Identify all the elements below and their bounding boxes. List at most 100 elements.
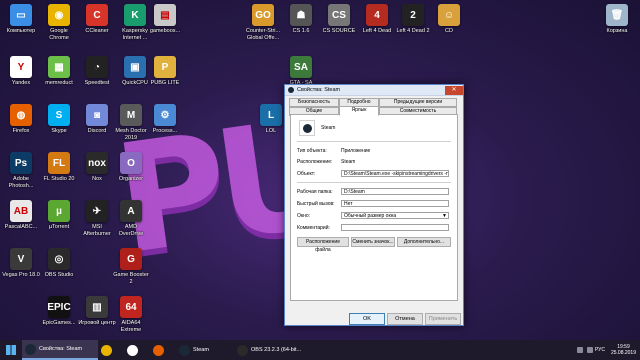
location-label: Расположение: bbox=[297, 159, 333, 165]
properties-dialog: Свойства: Steam ✕ Безопасность Подробно … bbox=[284, 84, 464, 326]
desktop-icon[interactable]: 2 Left 4 Dead 2 bbox=[394, 4, 432, 35]
desktop-icon[interactable]: GO Counter-Stri... Global Offe... bbox=[244, 4, 282, 41]
desktop-icon[interactable]: C CCleaner bbox=[78, 4, 116, 35]
hotkey-label: Быстрый вызов: bbox=[297, 201, 335, 207]
start-button[interactable] bbox=[0, 340, 22, 360]
nox-icon: nox bbox=[86, 152, 108, 174]
taskbar-item[interactable] bbox=[150, 340, 176, 360]
change-icon-button[interactable]: Сменить значок... bbox=[351, 237, 395, 247]
location-value: Steam bbox=[341, 159, 356, 165]
desktop-icon[interactable]: ▥ Игровой центр bbox=[78, 296, 116, 327]
gamebooster-icon: G bbox=[120, 248, 142, 270]
desktop-icon[interactable]: ☺ CD bbox=[430, 4, 468, 35]
taskbar-item[interactable] bbox=[98, 340, 124, 360]
network-icon[interactable] bbox=[576, 347, 583, 353]
tab-previous-versions[interactable]: Предыдущие версии bbox=[379, 98, 457, 107]
window-select[interactable]: Обычный размер окна ▼ bbox=[341, 212, 449, 219]
desktop-icon-label: Process... bbox=[152, 128, 178, 134]
desktop-icon[interactable]: ◎ OBS Studio bbox=[40, 248, 78, 279]
desktop-icon-label: Speedtest bbox=[84, 80, 110, 86]
taskbar-item[interactable]: Свойства: Steam bbox=[22, 340, 98, 360]
desktop-icon-label: Left 4 Dead 2 bbox=[396, 28, 430, 34]
dialog-titlebar[interactable]: Свойства: Steam ✕ bbox=[285, 85, 463, 96]
desktop-icon-label: Skype bbox=[51, 128, 67, 134]
yandex-icon: Y bbox=[10, 56, 32, 78]
desktop-icon[interactable]: 4 Left 4 Dead bbox=[358, 4, 396, 35]
desktop-icon-label: PascalABC... bbox=[4, 224, 38, 230]
desktop-icon[interactable]: FL FL Studio 20 bbox=[40, 152, 78, 183]
ok-button[interactable]: OK bbox=[349, 313, 385, 325]
window-select-value: Обычный размер окна bbox=[344, 213, 397, 219]
open-file-location-button[interactable]: Расположение файла bbox=[297, 237, 349, 253]
desktop-icon[interactable]: 🗑 Корзина bbox=[598, 4, 636, 35]
object-label: Объект: bbox=[297, 171, 316, 177]
desktop-icon[interactable]: Y Yandex bbox=[2, 56, 40, 87]
desktop-icon-label: Firefox bbox=[12, 128, 30, 134]
desktop-icon[interactable]: M Mesh Doctor 2019 bbox=[112, 104, 150, 141]
object-field[interactable]: D:\Steam\Steam.exe -skipinstreamingdrive… bbox=[341, 170, 449, 177]
desktop-icon[interactable]: S Skype bbox=[40, 104, 78, 135]
desktop-icon[interactable]: Ps Adobe Photosh... bbox=[2, 152, 40, 189]
desktop-icon-label: OBS Studio bbox=[44, 272, 74, 278]
comment-field[interactable] bbox=[341, 224, 449, 231]
language-indicator[interactable]: РУС bbox=[595, 347, 605, 353]
desktop-icon[interactable]: ◙ Discord bbox=[78, 104, 116, 135]
photoshop-icon: Ps bbox=[10, 152, 32, 174]
workdir-label: Рабочая папка: bbox=[297, 189, 333, 195]
volume-icon[interactable] bbox=[586, 347, 593, 353]
clock[interactable]: 19:59 25.08.2019 bbox=[611, 344, 636, 356]
taskbar-item-label: Свойства: Steam bbox=[39, 346, 83, 352]
cancel-button[interactable]: Отмена bbox=[387, 313, 423, 325]
desktop-icon[interactable]: ✈ MSI Afterburner bbox=[78, 200, 116, 237]
pubg-icon: P bbox=[154, 56, 176, 78]
computer-icon: ▭ bbox=[10, 4, 32, 26]
desktop-icon-label: EpicGames... bbox=[42, 320, 76, 326]
tab-shortcut[interactable]: Ярлык bbox=[339, 106, 379, 116]
comment-label: Комментарий: bbox=[297, 225, 330, 231]
desktop-icon[interactable]: ▭ Компьютер bbox=[2, 4, 40, 35]
desktop-icon[interactable]: ◔ Speedtest bbox=[78, 56, 116, 87]
desktop-icon[interactable]: ⚙ Process... bbox=[146, 104, 184, 135]
desktop-icon[interactable]: CS CS SOURCE bbox=[320, 4, 358, 35]
desktop-icon[interactable]: ◍ Firefox bbox=[2, 104, 40, 135]
desktop-icon[interactable]: SA GTA - SA bbox=[282, 56, 320, 87]
desktop-icon[interactable]: ▤ gameboos... bbox=[146, 4, 184, 35]
tab-security[interactable]: Безопасность bbox=[289, 98, 339, 107]
close-icon[interactable]: ✕ bbox=[445, 85, 463, 95]
taskbar-item[interactable] bbox=[124, 340, 150, 360]
desktop-icon[interactable]: EPIC EpicGames... bbox=[40, 296, 78, 327]
process-icon: ⚙ bbox=[154, 104, 176, 126]
desktop-icon[interactable]: V Vegas Pro 18.0 bbox=[2, 248, 40, 279]
desktop-icon[interactable]: P PUBG LITE bbox=[146, 56, 184, 87]
desktop-icon[interactable]: G Game Booster 2 bbox=[112, 248, 150, 285]
desktop-icon[interactable]: ▦ memreduct bbox=[40, 56, 78, 87]
amd-icon: A bbox=[120, 200, 142, 222]
desktop-icon-label: AMD OverDrive bbox=[118, 224, 144, 237]
yandex-icon bbox=[127, 344, 138, 356]
hotkey-field[interactable]: Нет bbox=[341, 200, 449, 207]
desktop-icon-label: CD bbox=[445, 28, 453, 34]
steam-icon bbox=[288, 87, 294, 93]
desktop-icon-label: Adobe Photosh... bbox=[8, 176, 34, 189]
discord-icon: ◙ bbox=[86, 104, 108, 126]
taskbar-item[interactable]: OBS 23.2.3 (64-bit... bbox=[234, 340, 316, 360]
divider bbox=[297, 182, 451, 183]
desktop-icon[interactable]: A AMD OverDrive bbox=[112, 200, 150, 237]
desktop-icon[interactable]: nox Nox bbox=[78, 152, 116, 183]
desktop-icon-label: Yandex bbox=[11, 80, 31, 86]
advanced-button[interactable]: Дополнительно... bbox=[397, 237, 451, 247]
workdir-field[interactable]: D:\Steam bbox=[341, 188, 449, 195]
windows-icon bbox=[6, 345, 16, 355]
apply-button[interactable]: Применить bbox=[425, 313, 461, 325]
desktop-icon[interactable]: ☗ CS 1.6 bbox=[282, 4, 320, 35]
desktop-icon[interactable]: AB PascalABC... bbox=[2, 200, 40, 231]
desktop-icon[interactable]: O Organizer bbox=[112, 152, 150, 183]
desktop-icon[interactable]: 64 AIDA64 Extreme bbox=[112, 296, 150, 333]
desktop-icon[interactable]: µ µTorrent bbox=[40, 200, 78, 231]
desktop-icon-label: µTorrent bbox=[48, 224, 70, 230]
aida-icon: 64 bbox=[120, 296, 142, 318]
taskbar-item[interactable]: Steam bbox=[176, 340, 234, 360]
desktop-icon[interactable]: ◉ Google Chrome bbox=[40, 4, 78, 41]
gamecenter-icon: ▥ bbox=[86, 296, 108, 318]
object-type-label: Тип объекта: bbox=[297, 148, 327, 154]
